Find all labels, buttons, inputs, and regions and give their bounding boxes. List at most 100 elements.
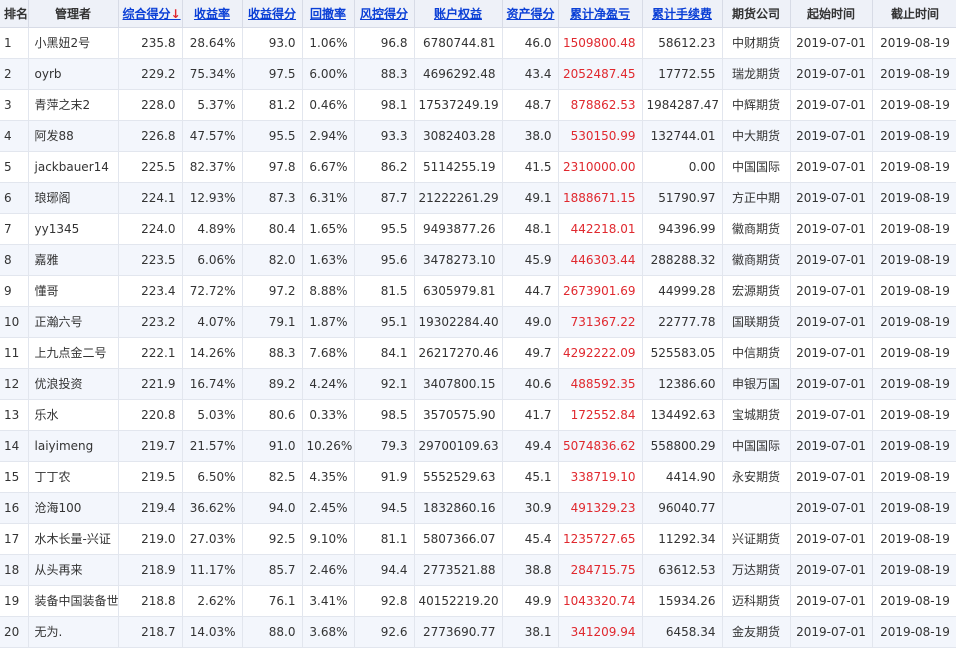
cell-fees: 17772.55 bbox=[642, 58, 723, 90]
table-row[interactable]: 19 装备中国装备世 218.8 2.62% 76.1 3.41% 92.8 40152219… bbox=[0, 585, 956, 617]
table-row[interactable]: 7 yy1345 224.0 4.89% 80.4 1.65% 95.5 9493877.26… bbox=[0, 213, 956, 245]
column-header-return_rate[interactable]: 收益率 bbox=[182, 0, 243, 28]
column-header-net_pnl[interactable]: 累计净盈亏 bbox=[558, 0, 643, 28]
column-header-fees[interactable]: 累计手续费 bbox=[642, 0, 723, 28]
cell-asset_score: 46.0 bbox=[502, 27, 559, 59]
cell-equity: 6305979.81 bbox=[414, 275, 503, 307]
cell-return_score: 85.7 bbox=[242, 554, 303, 586]
cell-total_score: 219.4 bbox=[118, 492, 183, 524]
cell-return_rate: 5.03% bbox=[182, 399, 243, 431]
cell-equity: 4696292.48 bbox=[414, 58, 503, 90]
cell-net_pnl: 878862.53 bbox=[558, 89, 643, 121]
cell-equity: 1832860.16 bbox=[414, 492, 503, 524]
table-row[interactable]: 2 oyrb 229.2 75.34% 97.5 6.00% 88.3 4696292.48 4… bbox=[0, 58, 956, 90]
column-header-start: 起始时间 bbox=[790, 0, 873, 28]
cell-drawdown: 8.88% bbox=[302, 275, 355, 307]
cell-asset_score: 30.9 bbox=[502, 492, 559, 524]
table-row[interactable]: 6 琅琊阁 224.1 12.93% 87.3 6.31% 87.7 21222261.29 4… bbox=[0, 182, 956, 214]
column-header-total_score[interactable]: 综合得分↓ bbox=[118, 0, 183, 28]
cell-start: 2019-07-01 bbox=[790, 523, 873, 555]
cell-drawdown: 2.46% bbox=[302, 554, 355, 586]
cell-return_score: 97.8 bbox=[242, 151, 303, 183]
cell-fees: 288288.32 bbox=[642, 244, 723, 276]
cell-total_score: 222.1 bbox=[118, 337, 183, 369]
cell-total_score: 235.8 bbox=[118, 27, 183, 59]
column-header-drawdown[interactable]: 回撤率 bbox=[302, 0, 355, 28]
table-row[interactable]: 11 上九点金二号 222.1 14.26% 88.3 7.68% 84.1 26217270… bbox=[0, 337, 956, 369]
table-row[interactable]: 5 jackbauer14 225.5 82.37% 97.8 6.67% 86.2 5114… bbox=[0, 151, 956, 183]
cell-total_score: 219.0 bbox=[118, 523, 183, 555]
table-row[interactable]: 13 乐水 220.8 5.03% 80.6 0.33% 98.5 3570575.90 41.… bbox=[0, 399, 956, 431]
table-row[interactable]: 12 优浪投资 221.9 16.74% 89.2 4.24% 92.1 3407800.15… bbox=[0, 368, 956, 400]
cell-rank: 17 bbox=[0, 523, 29, 555]
cell-rank: 18 bbox=[0, 554, 29, 586]
table-row[interactable]: 3 青萍之末2 228.0 5.37% 81.2 0.46% 98.1 17537249.19… bbox=[0, 89, 956, 121]
cell-fees: 63612.53 bbox=[642, 554, 723, 586]
cell-manager: 乐水 bbox=[28, 399, 119, 431]
cell-rank: 16 bbox=[0, 492, 29, 524]
column-header-rank: 排名 bbox=[0, 0, 29, 28]
column-header-return_score[interactable]: 收益得分 bbox=[242, 0, 303, 28]
table-row[interactable]: 1 小黑妞2号 235.8 28.64% 93.0 1.06% 96.8 6780744.81… bbox=[0, 27, 956, 59]
cell-end: 2019-08-19 bbox=[872, 306, 956, 338]
cell-risk_score: 92.1 bbox=[354, 368, 415, 400]
cell-return_score: 88.0 bbox=[242, 616, 303, 648]
cell-asset_score: 45.1 bbox=[502, 461, 559, 493]
cell-return_rate: 75.34% bbox=[182, 58, 243, 90]
table-body: 1 小黑妞2号 235.8 28.64% 93.0 1.06% 96.8 6780744.81… bbox=[0, 27, 956, 648]
cell-drawdown: 10.26% bbox=[302, 430, 355, 462]
table-row[interactable]: 8 嘉雅 223.5 6.06% 82.0 1.63% 95.6 3478273.10 45.9… bbox=[0, 244, 956, 276]
cell-manager: 琅琊阁 bbox=[28, 182, 119, 214]
cell-broker: 国联期货 bbox=[722, 306, 791, 338]
cell-broker bbox=[722, 492, 791, 524]
cell-risk_score: 98.1 bbox=[354, 89, 415, 121]
cell-risk_score: 98.5 bbox=[354, 399, 415, 431]
cell-total_score: 223.4 bbox=[118, 275, 183, 307]
cell-net_pnl: 1888671.15 bbox=[558, 182, 643, 214]
column-header-label: 风控得分 bbox=[359, 6, 408, 21]
cell-broker: 兴证期货 bbox=[722, 523, 791, 555]
table-row[interactable]: 9 懂哥 223.4 72.72% 97.2 8.88% 81.5 6305979.81 44.… bbox=[0, 275, 956, 307]
cell-end: 2019-08-19 bbox=[872, 430, 956, 462]
cell-broker: 中国国际 bbox=[722, 151, 791, 183]
cell-fees: 4414.90 bbox=[642, 461, 723, 493]
cell-equity: 19302284.40 bbox=[414, 306, 503, 338]
cell-start: 2019-07-01 bbox=[790, 27, 873, 59]
cell-return_score: 97.2 bbox=[242, 275, 303, 307]
cell-drawdown: 4.24% bbox=[302, 368, 355, 400]
cell-end: 2019-08-19 bbox=[872, 461, 956, 493]
cell-fees: 6458.34 bbox=[642, 616, 723, 648]
cell-drawdown: 6.00% bbox=[302, 58, 355, 90]
column-header-label: 资产得分 bbox=[506, 6, 555, 21]
table-row[interactable]: 15 丁丁农 219.5 6.50% 82.5 4.35% 91.9 5552529.63 45… bbox=[0, 461, 956, 493]
cell-manager: oyrb bbox=[28, 58, 119, 90]
cell-return_rate: 4.89% bbox=[182, 213, 243, 245]
table-row[interactable]: 16 沧海100 219.4 36.62% 94.0 2.45% 94.5 1832860.1… bbox=[0, 492, 956, 524]
cell-equity: 5114255.19 bbox=[414, 151, 503, 183]
table-row[interactable]: 17 水木长量-兴证 219.0 27.03% 92.5 9.10% 81.1 5807366… bbox=[0, 523, 956, 555]
cell-fees: 58612.23 bbox=[642, 27, 723, 59]
table-row[interactable]: 10 正瀚六号 223.2 4.07% 79.1 1.87% 95.1 19302284.40… bbox=[0, 306, 956, 338]
cell-return_score: 91.0 bbox=[242, 430, 303, 462]
column-header-equity[interactable]: 账户权益 bbox=[414, 0, 503, 28]
cell-rank: 9 bbox=[0, 275, 29, 307]
cell-return_score: 80.6 bbox=[242, 399, 303, 431]
table-row[interactable]: 14 laiyimeng 219.7 21.57% 91.0 10.26% 79.3 2970… bbox=[0, 430, 956, 462]
cell-return_rate: 47.57% bbox=[182, 120, 243, 152]
cell-net_pnl: 172552.84 bbox=[558, 399, 643, 431]
cell-end: 2019-08-19 bbox=[872, 58, 956, 90]
cell-end: 2019-08-19 bbox=[872, 182, 956, 214]
cell-net_pnl: 2673901.69 bbox=[558, 275, 643, 307]
cell-manager: 懂哥 bbox=[28, 275, 119, 307]
column-header-broker: 期货公司 bbox=[722, 0, 791, 28]
column-header-risk_score[interactable]: 风控得分 bbox=[354, 0, 415, 28]
table-row[interactable]: 20 无为. 218.7 14.03% 88.0 3.68% 92.6 2773690.77 3… bbox=[0, 616, 956, 648]
cell-fees: 15934.26 bbox=[642, 585, 723, 617]
cell-risk_score: 92.8 bbox=[354, 585, 415, 617]
cell-broker: 迈科期货 bbox=[722, 585, 791, 617]
table-row[interactable]: 18 从头再来 218.9 11.17% 85.7 2.46% 94.4 2773521.88… bbox=[0, 554, 956, 586]
column-header-asset_score[interactable]: 资产得分 bbox=[502, 0, 559, 28]
cell-total_score: 218.8 bbox=[118, 585, 183, 617]
table-row[interactable]: 4 阿发88 226.8 47.57% 95.5 2.94% 93.3 3082403.28 3… bbox=[0, 120, 956, 152]
cell-return_rate: 27.03% bbox=[182, 523, 243, 555]
